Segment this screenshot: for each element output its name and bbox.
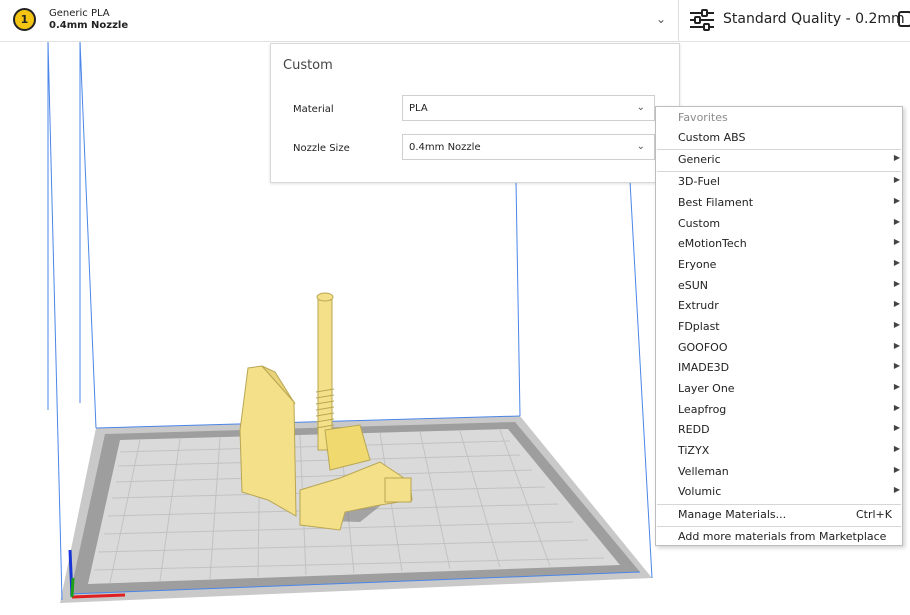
menu-item-brand[interactable]: Extrudr ▶ [656, 296, 902, 316]
custom-configuration-panel: Custom Material PLA ⌄ Nozzle Size 0.4mm … [270, 43, 680, 183]
menu-item-brand[interactable]: GOOFOO ▶ [656, 338, 902, 358]
menu-item-brand[interactable]: Custom ▶ [656, 214, 902, 234]
chevron-right-icon: ▶ [893, 320, 900, 329]
chevron-down-icon: ⌄ [636, 102, 645, 113]
chevron-right-icon: ▶ [893, 382, 900, 391]
menu-item-brand[interactable]: Eryone ▶ [656, 255, 902, 275]
menu-item-brand[interactable]: Best Filament ▶ [656, 193, 902, 213]
quality-profile-label: Standard Quality - 0.2mm [723, 11, 905, 27]
menu-item-brand[interactable]: Velleman ▶ [656, 462, 902, 482]
chevron-right-icon: ▶ [893, 465, 900, 474]
chevron-right-icon: ▶ [893, 175, 900, 184]
chevron-down-icon: ⌄ [636, 141, 645, 152]
top-toolbar: 1 Generic PLA 0.4mm Nozzle ⌄ Standard Qu… [0, 0, 910, 42]
panel-title: Custom [283, 58, 333, 73]
extruder-number-badge: 1 [13, 8, 36, 31]
menu-item-brand[interactable]: FDplast ▶ [656, 317, 902, 337]
menu-item-favorite[interactable]: Custom ABS [656, 128, 902, 148]
chevron-right-icon: ▶ [893, 237, 900, 246]
material-label: Material [293, 104, 334, 115]
extruder-summary: Generic PLA 0.4mm Nozzle [49, 8, 128, 32]
chevron-right-icon: ▶ [893, 217, 900, 226]
print-settings-selector[interactable]: Standard Quality - 0.2mm [679, 0, 910, 41]
chevron-right-icon: ▶ [893, 485, 900, 494]
nozzle-size-select[interactable]: 0.4mm Nozzle ⌄ [402, 134, 655, 160]
chevron-right-icon: ▶ [893, 361, 900, 370]
menu-item-brand[interactable]: eMotionTech ▶ [656, 234, 902, 254]
chevron-right-icon: ▶ [893, 279, 900, 288]
menu-item-brand[interactable]: 3D-Fuel ▶ [656, 172, 902, 192]
menu-item-brand[interactable]: TiZYX ▶ [656, 441, 902, 461]
menu-item-brand[interactable]: eSUN ▶ [656, 276, 902, 296]
menu-item-manage-materials[interactable]: Manage Materials... Ctrl+K [656, 505, 902, 525]
menu-item-brand[interactable]: Leapfrog ▶ [656, 400, 902, 420]
menu-item-generic[interactable]: Generic ▶ [656, 150, 902, 170]
material-dropdown-menu: Favorites Custom ABS Generic ▶ 3D-Fuel ▶ … [655, 106, 903, 546]
chevron-right-icon: ▶ [893, 299, 900, 308]
printer-configuration-selector[interactable]: 1 Generic PLA 0.4mm Nozzle ⌄ [0, 0, 679, 41]
extruder-nozzle: 0.4mm Nozzle [49, 20, 129, 31]
manage-materials-shortcut: Ctrl+K [855, 508, 892, 521]
chevron-right-icon: ▶ [893, 196, 900, 205]
chevron-right-icon: ▶ [893, 403, 900, 412]
material-select-value: PLA [409, 103, 428, 114]
marketplace-icon[interactable] [898, 11, 910, 27]
menu-item-marketplace[interactable]: Add more materials from Marketplace [656, 527, 902, 547]
chevron-right-icon: ▶ [893, 258, 900, 267]
chevron-right-icon: ▶ [893, 341, 900, 350]
chevron-right-icon: ▶ [893, 444, 900, 453]
sliders-icon [690, 9, 714, 31]
nozzle-size-label: Nozzle Size [293, 143, 350, 154]
menu-item-brand[interactable]: Volumic ▶ [656, 482, 902, 502]
chevron-down-icon: ⌄ [656, 12, 667, 26]
menu-item-brand[interactable]: Layer One ▶ [656, 379, 902, 399]
favorites-header: Favorites [678, 111, 728, 124]
menu-item-brand[interactable]: IMADE3D ▶ [656, 358, 902, 378]
chevron-right-icon: ▶ [893, 153, 900, 162]
chevron-right-icon: ▶ [893, 423, 900, 432]
material-select[interactable]: PLA ⌄ [402, 95, 655, 121]
extruder-material: Generic PLA [49, 8, 110, 19]
menu-item-brand[interactable]: REDD ▶ [656, 420, 902, 440]
nozzle-size-select-value: 0.4mm Nozzle [409, 142, 481, 153]
